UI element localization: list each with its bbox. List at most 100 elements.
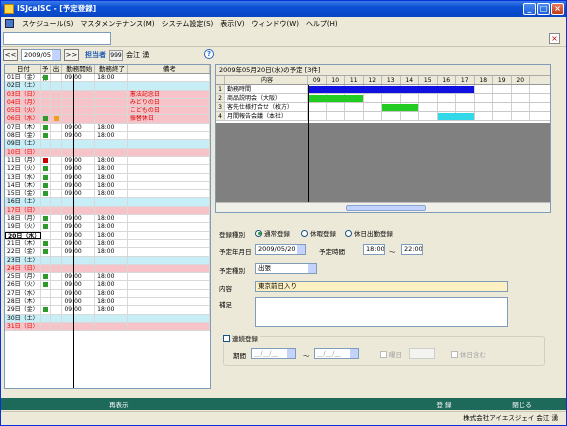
calendar-row[interactable]: 11日（月） 09:0018:00: [5, 156, 210, 166]
prev-month-button[interactable]: <<: [3, 49, 18, 61]
calendar-row[interactable]: 06日（水） 振替休日: [5, 115, 210, 124]
weekday-field[interactable]: [409, 348, 435, 359]
calendar-row[interactable]: 02日（土）: [5, 82, 210, 91]
row-start: 09:00: [62, 248, 96, 256]
row-start: [62, 198, 96, 206]
refresh-button[interactable]: 再表示: [109, 399, 399, 409]
row-start: [62, 82, 96, 90]
kind-select[interactable]: 出張: [255, 263, 317, 274]
include-holiday-checkbox[interactable]: 休日含む: [451, 349, 486, 359]
calendar-row[interactable]: 22日（金） 09:0018:00: [5, 248, 210, 257]
period-from-field[interactable]: __/__/__: [251, 348, 296, 359]
close-button[interactable]: ×: [551, 3, 564, 15]
calendar-row[interactable]: 27日（水） 09:0018:00: [5, 289, 210, 299]
calendar-row[interactable]: 19日（火） 09:0018:00: [5, 223, 210, 232]
row-yokyu: [41, 322, 51, 331]
gantt-hour-header: 14: [401, 76, 419, 84]
status-marker-icon: [42, 174, 48, 180]
time-start-field[interactable]: 18:00: [363, 244, 385, 255]
row-date: 31日（日）: [5, 322, 41, 331]
next-month-button[interactable]: >>: [64, 49, 79, 61]
weekday-checkbox[interactable]: 曜日: [380, 349, 402, 359]
gantt-bar[interactable]: [308, 86, 475, 93]
calendar-row[interactable]: 13日（水） 09:0018:00: [5, 173, 210, 182]
gantt-row[interactable]: 2 商品説明会（大阪）: [216, 94, 550, 103]
gantt-scrollbar[interactable]: [216, 202, 550, 212]
row-end: 18:00: [95, 123, 128, 132]
menu-system[interactable]: システム設定(S): [162, 19, 214, 29]
scroll-thumb[interactable]: [346, 205, 426, 211]
calendar-row[interactable]: 23日（土）: [5, 256, 210, 265]
row-yokyu: [41, 115, 51, 123]
calendar-row[interactable]: 26日（火） 09:0018:00: [5, 281, 210, 290]
gantt-cell: [308, 112, 327, 120]
row-memo: [128, 198, 210, 206]
calendar-row[interactable]: 30日（土）: [5, 314, 210, 323]
gantt-row[interactable]: 4 月間報告会議（本社）: [216, 112, 550, 121]
row-date: 04日（月）: [5, 98, 41, 107]
calendar-row[interactable]: 10日（日）: [5, 148, 210, 157]
calendar-row[interactable]: 07日（木） 09:0018:00: [5, 123, 210, 133]
calendar-row[interactable]: 25日（月） 09:0018:00: [5, 273, 210, 282]
gantt-bar[interactable]: [437, 113, 475, 120]
row-yokyu: [41, 140, 51, 148]
row-start: 09:00: [62, 132, 96, 140]
repeat-checkbox[interactable]: 連続登録: [223, 333, 260, 343]
calendar-row[interactable]: 28日（木） 09:0018:00: [5, 298, 210, 307]
row-yokyu: [41, 206, 51, 215]
radio-holiday-work[interactable]: 休日出勤登録: [345, 228, 393, 238]
child-close-icon[interactable]: ×: [549, 33, 560, 44]
calendar-row[interactable]: 21日（木） 09:0018:00: [5, 239, 210, 249]
help-icon[interactable]: ?: [204, 49, 214, 59]
gantt-hour-header: 18: [475, 76, 493, 84]
time-separator: 〜: [389, 248, 396, 256]
calendar-row[interactable]: 18日（月） 09:0018:00: [5, 215, 210, 224]
calendar-row[interactable]: 05日（火） こどもの日: [5, 107, 210, 116]
menu-help[interactable]: ヘルプ(H): [306, 19, 338, 29]
gantt-bar[interactable]: [382, 104, 419, 111]
calendar-row[interactable]: 16日（土）: [5, 198, 210, 207]
toolbar-input[interactable]: [3, 32, 111, 45]
radio-leave[interactable]: 休暇登録: [301, 228, 336, 238]
row-start: 09:00: [62, 173, 96, 181]
radio-normal[interactable]: 通常登録: [255, 228, 290, 238]
calendar-row[interactable]: 09日（土）: [5, 140, 210, 149]
date-field[interactable]: 2009/05/20: [255, 244, 306, 255]
register-button[interactable]: 登 録: [414, 399, 474, 409]
calendar-row[interactable]: 04日（月） みどりの日: [5, 98, 210, 108]
gantt-hour-header: 10: [327, 76, 345, 84]
time-end-field[interactable]: 22:00: [401, 244, 423, 255]
gantt-cell: [308, 103, 327, 111]
gantt-row[interactable]: 3 客先仕様打合せ（枚方）: [216, 103, 550, 112]
calendar-row[interactable]: 24日（日）: [5, 264, 210, 274]
row-memo: 振替休日: [128, 115, 210, 123]
period-to-field[interactable]: __/__/__: [314, 348, 359, 359]
calendar-row[interactable]: 29日（金） 09:0018:00: [5, 306, 210, 315]
gantt-cell: [512, 94, 530, 102]
calendar-row[interactable]: 31日（日）: [5, 322, 210, 332]
calendar-row[interactable]: 01日（金） 09:0018:00: [5, 74, 210, 83]
calendar-row[interactable]: 17日（日）: [5, 206, 210, 216]
row-shutsu: [51, 198, 63, 206]
maximize-button[interactable]: □: [537, 3, 550, 15]
calendar-row[interactable]: 08日（金） 09:0018:00: [5, 132, 210, 141]
menu-view[interactable]: 表示(V): [220, 19, 244, 29]
calendar-row[interactable]: 20日（水） 09:0018:00: [5, 231, 210, 240]
row-start: [62, 256, 96, 264]
menu-master[interactable]: マスタメンテナンス(M): [80, 19, 154, 29]
month-select[interactable]: 2009/05: [21, 49, 61, 61]
calendar-row[interactable]: 03日（日） 憲法記念日: [5, 90, 210, 99]
note-field[interactable]: [255, 297, 508, 327]
menu-schedule[interactable]: スケジュール(S): [22, 19, 73, 29]
content-field[interactable]: 東京前日入り: [255, 281, 508, 292]
row-yokyu: [41, 215, 51, 223]
calendar-row[interactable]: 14日（木） 09:0018:00: [5, 181, 210, 191]
gantt-bar[interactable]: [308, 95, 364, 102]
row-date: 02日（土）: [5, 82, 41, 90]
minimize-button[interactable]: _: [523, 3, 536, 15]
calendar-row[interactable]: 15日（金） 09:0018:00: [5, 190, 210, 199]
gantt-row[interactable]: 1 勤務時間: [216, 85, 550, 94]
close-form-button[interactable]: 閉じる: [492, 399, 552, 409]
calendar-row[interactable]: 12日（火） 09:0018:00: [5, 165, 210, 174]
menu-window[interactable]: ウィンドウ(W): [252, 19, 299, 29]
